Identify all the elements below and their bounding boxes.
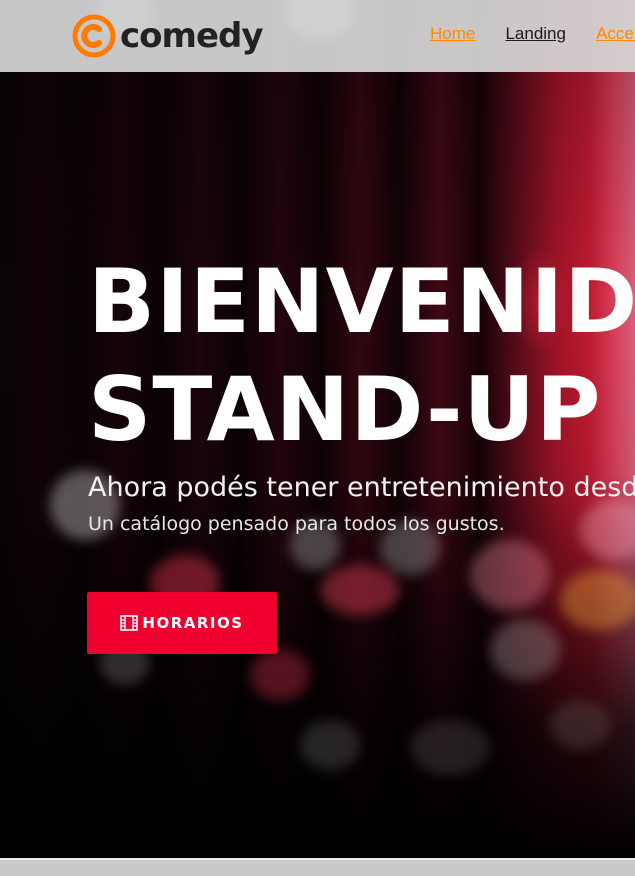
brand-name: comedy bbox=[120, 16, 264, 56]
hero-subtitle: Ahora podés tener entretenimiento desde … bbox=[88, 472, 635, 503]
horarios-button-label: HORARIOS bbox=[142, 614, 244, 632]
bokeh-light bbox=[300, 720, 360, 770]
nav-links: Home Landing Acceso bbox=[430, 24, 635, 44]
logo-c-icon bbox=[72, 14, 116, 58]
nav-link-acceso[interactable]: Acceso bbox=[596, 24, 635, 43]
bokeh-light bbox=[250, 650, 310, 700]
nav-link-landing[interactable]: Landing bbox=[505, 24, 566, 43]
bokeh-light bbox=[550, 700, 610, 750]
brand-logo[interactable]: comedy bbox=[72, 12, 264, 60]
bokeh-light bbox=[410, 720, 490, 775]
bokeh-light bbox=[560, 570, 635, 630]
bokeh-light bbox=[580, 500, 635, 560]
nav-link-home[interactable]: Home bbox=[430, 24, 475, 43]
bokeh-light bbox=[320, 565, 400, 615]
hero-title: BIENVENIDOS STAND-UP bbox=[88, 248, 635, 464]
hero-description: Un catálogo pensado para todos los gusto… bbox=[88, 513, 505, 535]
navbar: comedy Home Landing Acceso bbox=[0, 0, 635, 72]
page: comedy Home Landing Acceso BIENVENIDOS S… bbox=[0, 0, 635, 876]
hero-title-line-2: STAND-UP bbox=[88, 358, 602, 461]
hero-title-line-1: BIENVENIDOS bbox=[88, 250, 635, 353]
bottom-bar bbox=[0, 858, 635, 876]
film-icon bbox=[120, 615, 139, 631]
horarios-button[interactable]: HORARIOS bbox=[87, 592, 277, 654]
bokeh-light bbox=[470, 540, 550, 610]
bokeh-light bbox=[490, 620, 560, 680]
